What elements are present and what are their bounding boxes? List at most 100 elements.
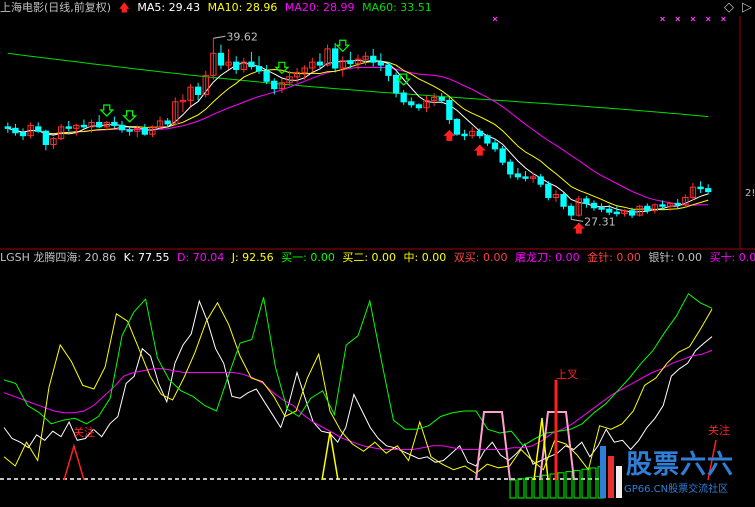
candle-body	[613, 211, 621, 215]
candle-body	[697, 186, 704, 190]
candle-body	[347, 60, 354, 65]
diamond-icon[interactable]: ◇	[724, 0, 734, 15]
candle-body	[583, 198, 590, 204]
candle-body	[392, 74, 400, 94]
candle-body	[606, 208, 613, 213]
indicator-header: LGSH 龙腾四海: 20.86 K: 77.55 D: 70.04 J: 92…	[0, 250, 755, 266]
double-buy-value: 双买: 0.00	[453, 251, 508, 264]
indicator-bar	[581, 468, 589, 499]
candle-body	[126, 129, 133, 132]
ma5-line	[7, 59, 709, 213]
green-down-arrow-icon	[122, 110, 138, 123]
candle-body	[263, 70, 270, 82]
stock-title[interactable]: 上海电影(日线,前复权)	[0, 1, 111, 14]
high-price-label: 39.62	[226, 30, 258, 43]
gold-needle-value: 金针: 0.00	[587, 251, 641, 264]
candle-body	[408, 101, 415, 106]
indicator-line-d	[3, 349, 713, 450]
ma20-line	[7, 66, 709, 206]
low-marker-line	[571, 218, 584, 222]
mid-value: 中: 0.00	[403, 251, 447, 264]
x-marker-icon	[721, 16, 726, 22]
candle-body	[499, 148, 506, 163]
attention-label-right: 关注	[708, 423, 730, 437]
green-down-arrow-icon	[99, 104, 115, 117]
candle-body	[194, 86, 202, 95]
candle-body	[514, 173, 522, 178]
candle-body	[385, 64, 392, 76]
candle-body	[674, 202, 681, 206]
play-icon[interactable]: ▷	[742, 0, 752, 15]
candle-body	[522, 176, 529, 179]
indicator-bar	[509, 479, 517, 499]
low-price-label: 27.31	[584, 215, 616, 228]
ma60-label: MA60: 33.51	[362, 1, 432, 14]
d-value: D: 70.04	[177, 251, 225, 264]
candle-body	[80, 124, 88, 128]
candle-body	[248, 61, 255, 68]
candle-body	[537, 176, 544, 185]
x-marker-icon	[492, 16, 498, 22]
candle-body	[331, 48, 339, 69]
candle-body	[705, 188, 712, 193]
buy1-value: 买一: 0.00	[281, 251, 335, 264]
red-up-arrow-icon	[443, 129, 456, 141]
candle-body	[19, 132, 27, 137]
candle-body	[628, 210, 636, 216]
buy2-value: 买二: 0.00	[342, 251, 397, 264]
silver-needle-value: 银针: 0.00	[648, 251, 703, 264]
indicator-bar	[589, 467, 597, 499]
indicator-bar	[573, 469, 581, 499]
watermark-brand: 股票六六	[626, 450, 735, 480]
logo-stripes-icon	[600, 446, 622, 498]
candle-body	[590, 202, 598, 209]
price-axis-value: 2!	[745, 188, 755, 199]
candle-body	[545, 183, 552, 198]
watermark-logo: 股票六六 GP66.CN股票交流社区	[600, 440, 755, 507]
candle-body	[476, 130, 483, 137]
candle-body	[42, 130, 50, 146]
candle-body	[507, 161, 514, 175]
candle-body	[370, 55, 377, 63]
candle-body	[453, 118, 461, 135]
candle-body	[567, 205, 575, 216]
candle-body	[271, 80, 278, 90]
candle-body	[255, 66, 263, 72]
candle-body	[95, 121, 103, 128]
candle-body	[484, 135, 491, 144]
candle-body	[446, 99, 453, 120]
k-value: K: 77.55	[123, 251, 170, 264]
watermark-site: GP66.CN股票交流社区	[624, 484, 729, 495]
indicator-bar	[557, 472, 565, 499]
candle-body	[164, 120, 171, 125]
x-marker-icon	[660, 16, 665, 22]
x-marker-icon	[705, 16, 711, 22]
candle-body	[438, 96, 445, 101]
up-cross-label: 上叉	[556, 368, 578, 381]
buy10-value: 买十: 0.00	[709, 251, 755, 264]
candle-body	[598, 207, 605, 210]
ma10-label: MA10: 28.96	[207, 1, 278, 14]
red-up-arrow-icon	[473, 144, 486, 156]
candle-body	[233, 61, 240, 70]
candle-body	[4, 126, 11, 129]
indicator-name[interactable]: LGSH 龙腾四海: 20.86	[0, 251, 116, 264]
candle-body	[400, 92, 407, 103]
candle-body	[65, 126, 72, 129]
candle-body	[659, 204, 666, 207]
indicator-bar	[525, 477, 533, 499]
candle-body	[217, 52, 225, 66]
attention-marker-left	[63, 443, 85, 481]
attention-label-left: 关注	[73, 425, 95, 439]
candle-body	[118, 124, 126, 131]
candle-body	[12, 127, 19, 134]
indicator-bar	[517, 478, 525, 499]
candle-body	[644, 205, 651, 212]
candle-body	[491, 142, 499, 150]
j-value: J: 92.56	[231, 251, 274, 264]
up-arrow-icon: 🡅	[118, 1, 130, 14]
candle-body	[35, 126, 42, 132]
red-up-arrow-icon	[572, 222, 585, 234]
candle-body	[560, 194, 567, 207]
high-marker-line	[213, 35, 226, 39]
